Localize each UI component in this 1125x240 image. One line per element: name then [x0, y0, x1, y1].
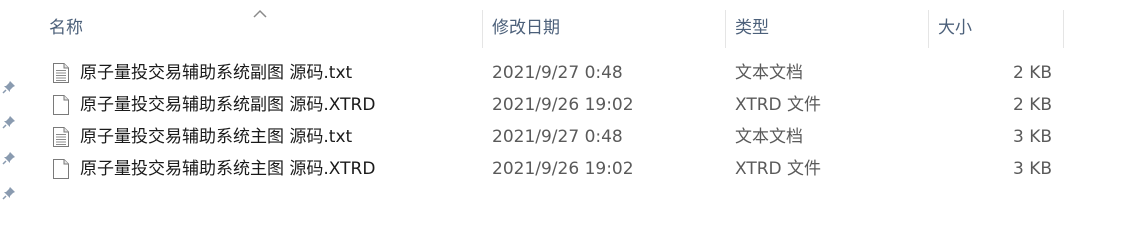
file-date: 2021/9/27 0:48: [492, 127, 623, 147]
column-divider[interactable]: [1063, 10, 1064, 48]
file-date: 2021/9/26 19:02: [492, 159, 634, 179]
file-size: 3 KB: [1012, 159, 1052, 179]
column-header-size[interactable]: 大小: [928, 0, 1063, 48]
column-header-bar: 名称 修改日期 类型 大小: [22, 0, 1125, 48]
file-name: 原子量投交易辅助系统副图 源码.txt: [80, 63, 353, 83]
text-file-icon: [52, 62, 70, 84]
quick-access-strip: [0, 0, 22, 239]
column-header-type[interactable]: 类型: [725, 0, 928, 48]
file-type: 文本文档: [735, 63, 803, 83]
file-size: 3 KB: [1012, 127, 1052, 147]
file-size: 2 KB: [1012, 95, 1052, 115]
file-row[interactable]: 原子量投交易辅助系统主图 源码.XTRD 2021/9/26 19:02 XTR…: [22, 153, 1125, 185]
blank-file-icon: [52, 94, 70, 116]
file-type: 文本文档: [735, 127, 803, 147]
file-row[interactable]: 原子量投交易辅助系统副图 源码.XTRD 2021/9/26 19:02 XTR…: [22, 89, 1125, 121]
file-type: XTRD 文件: [735, 95, 822, 115]
file-list: 原子量投交易辅助系统副图 源码.txt 2021/9/27 0:48 文本文档 …: [22, 57, 1125, 185]
file-row[interactable]: 原子量投交易辅助系统副图 源码.txt 2021/9/27 0:48 文本文档 …: [22, 57, 1125, 89]
file-type: XTRD 文件: [735, 159, 822, 179]
pin-icon[interactable]: [2, 185, 16, 200]
text-file-icon: [52, 126, 70, 148]
file-size: 2 KB: [1012, 63, 1052, 83]
file-date: 2021/9/26 19:02: [492, 95, 634, 115]
file-row[interactable]: 原子量投交易辅助系统主图 源码.txt 2021/9/27 0:48 文本文档 …: [22, 121, 1125, 153]
pin-icon[interactable]: [2, 150, 16, 165]
pin-icon[interactable]: [2, 114, 16, 129]
file-name: 原子量投交易辅助系统副图 源码.XTRD: [80, 95, 376, 115]
blank-file-icon: [52, 158, 70, 180]
pin-icon[interactable]: [2, 79, 16, 94]
column-header-date[interactable]: 修改日期: [482, 0, 725, 48]
file-name: 原子量投交易辅助系统主图 源码.XTRD: [80, 159, 376, 179]
file-explorer-window: 名称 修改日期 类型 大小 原子量投交易辅助系统副图 源码.txt 2021/9…: [0, 0, 1125, 239]
file-name: 原子量投交易辅助系统主图 源码.txt: [80, 127, 353, 147]
file-date: 2021/9/27 0:48: [492, 63, 623, 83]
column-header-name[interactable]: 名称: [22, 0, 482, 48]
